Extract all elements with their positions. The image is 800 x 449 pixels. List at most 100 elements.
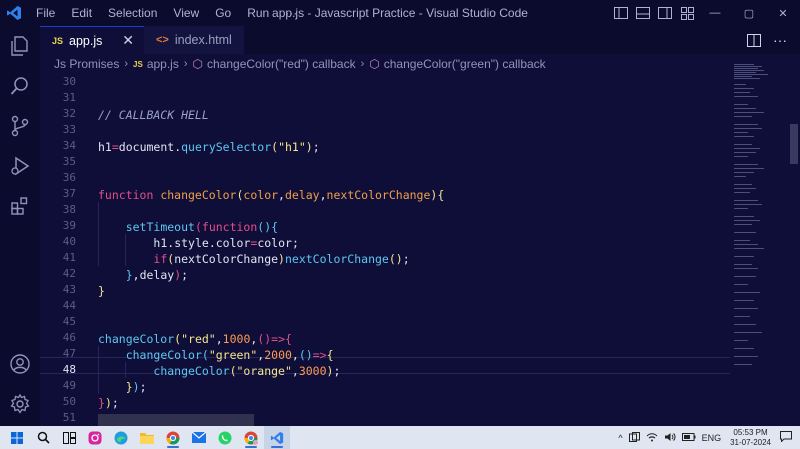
breadcrumb-file[interactable]: app.js bbox=[147, 57, 179, 71]
code-line[interactable]: // CALLBACK HELL bbox=[98, 107, 209, 123]
toggle-secondary-sidebar-icon[interactable] bbox=[654, 0, 676, 26]
code-token: color bbox=[215, 236, 251, 250]
code-token: "h1" bbox=[278, 140, 306, 154]
source-control-icon[interactable] bbox=[8, 114, 32, 138]
code-token: } bbox=[98, 396, 105, 410]
instagram-icon[interactable] bbox=[82, 426, 108, 449]
minimap-line bbox=[734, 348, 754, 349]
search-icon[interactable] bbox=[30, 426, 56, 449]
chrome-icon[interactable] bbox=[160, 426, 186, 449]
show-hidden-icons-icon[interactable]: ^ bbox=[615, 433, 625, 443]
line-number: 38 bbox=[62, 203, 76, 216]
file-explorer-icon[interactable] bbox=[134, 426, 160, 449]
split-editor-icon[interactable] bbox=[746, 32, 762, 48]
input-language[interactable]: ENG bbox=[699, 433, 725, 443]
code-token: changeColor bbox=[125, 348, 202, 362]
symbol-method-icon: ⬡ bbox=[369, 57, 380, 71]
minimap-line bbox=[734, 128, 762, 129]
task-view-icon[interactable] bbox=[56, 426, 82, 449]
code-line[interactable]: changeColor("green",2000,()=>{ bbox=[98, 347, 334, 363]
code-line[interactable]: if(nextColorChange)nextColorChange(); bbox=[98, 251, 409, 267]
explorer-icon[interactable] bbox=[8, 34, 32, 58]
code-area[interactable]: // CALLBACK HELL h1=document.querySelecto… bbox=[98, 74, 730, 426]
breadcrumb-folder[interactable]: Js Promises bbox=[54, 57, 119, 71]
minimap[interactable] bbox=[730, 54, 788, 426]
code-line[interactable]: }); bbox=[98, 379, 147, 395]
code-line[interactable]: changeColor("orange",3000); bbox=[98, 363, 340, 379]
line-number: 43 bbox=[62, 283, 76, 296]
battery-icon[interactable] bbox=[679, 432, 699, 443]
code-token: setTimeout bbox=[125, 220, 195, 234]
code-line[interactable]: changeColor("red",1000,()=>{ bbox=[98, 331, 292, 347]
code-token: ; bbox=[333, 364, 341, 378]
whatsapp-icon[interactable] bbox=[212, 426, 238, 449]
clock[interactable]: 05:53 PM 31-07-2024 bbox=[724, 428, 777, 448]
minimap-line bbox=[734, 256, 754, 257]
menu-view[interactable]: View bbox=[165, 0, 207, 26]
menu-edit[interactable]: Edit bbox=[63, 0, 100, 26]
tab-label: app.js bbox=[69, 33, 103, 48]
tab-app-js[interactable]: JS app.js ✕ bbox=[40, 26, 144, 54]
scrollbar-thumb[interactable] bbox=[790, 124, 798, 164]
minimap-line bbox=[734, 356, 758, 357]
breadcrumb-symbol[interactable]: changeColor("green") callback bbox=[384, 57, 546, 71]
edge-icon[interactable] bbox=[108, 426, 134, 449]
code-token: color bbox=[257, 236, 292, 250]
line-number: 42 bbox=[62, 267, 76, 280]
more-actions-icon[interactable]: ··· bbox=[772, 32, 788, 48]
menu-run[interactable]: Run bbox=[239, 0, 277, 26]
mail-icon[interactable] bbox=[186, 426, 212, 449]
code-token: ; bbox=[291, 236, 299, 250]
menu-more[interactable]: ··· bbox=[277, 0, 305, 26]
search-icon[interactable] bbox=[8, 74, 32, 98]
minimize-button[interactable]: — bbox=[698, 0, 732, 26]
customize-layout-icon[interactable] bbox=[676, 0, 698, 26]
account-icon[interactable] bbox=[8, 352, 32, 376]
code-line[interactable]: h1.style.color=color; bbox=[98, 235, 299, 251]
vertical-scrollbar[interactable] bbox=[788, 54, 800, 426]
volume-icon[interactable] bbox=[661, 432, 679, 444]
toggle-primary-sidebar-icon[interactable] bbox=[610, 0, 632, 26]
chrome-profile-icon[interactable] bbox=[238, 426, 264, 449]
horizontal-scrollbar[interactable] bbox=[98, 414, 254, 426]
settings-gear-icon[interactable] bbox=[8, 392, 32, 416]
code-line[interactable]: } bbox=[98, 283, 105, 299]
code-token: changeColor bbox=[160, 188, 237, 202]
code-token: ; bbox=[111, 396, 119, 410]
extensions-icon[interactable] bbox=[8, 194, 32, 218]
menu-selection[interactable]: Selection bbox=[100, 0, 165, 26]
code-line[interactable]: },delay); bbox=[98, 267, 188, 283]
editor-tabs: JS app.js ✕ <> index.html ··· bbox=[40, 26, 800, 54]
code-token: , bbox=[132, 268, 140, 282]
code-line[interactable]: function changeColor(color,delay,nextCol… bbox=[98, 187, 444, 203]
breadcrumb-symbol[interactable]: changeColor("red") callback bbox=[207, 57, 356, 71]
menu-file[interactable]: File bbox=[28, 0, 63, 26]
wifi-icon[interactable] bbox=[643, 432, 661, 444]
minimap-line bbox=[734, 300, 754, 301]
code-token: . bbox=[208, 236, 216, 250]
line-number: 35 bbox=[62, 155, 76, 168]
windows-start-icon[interactable] bbox=[4, 426, 30, 449]
vscode-icon[interactable] bbox=[264, 426, 290, 449]
minimap-line bbox=[734, 152, 756, 153]
run-debug-icon[interactable] bbox=[8, 154, 32, 178]
code-line[interactable]: h1=document.querySelector("h1"); bbox=[98, 139, 320, 155]
code-token: ) bbox=[305, 140, 313, 154]
toggle-panel-icon[interactable] bbox=[632, 0, 654, 26]
line-number: 30 bbox=[62, 75, 76, 88]
tab-index-html[interactable]: <> index.html bbox=[144, 26, 244, 54]
code-editor[interactable]: 30 31 32 33 34 35 36 37 38 39 40 41 42 43 44 45 46 47 48 49… bbox=[40, 74, 730, 426]
code-token: 2000 bbox=[264, 348, 292, 362]
menu-go[interactable]: Go bbox=[207, 0, 239, 26]
minimap-line bbox=[734, 268, 758, 269]
code-line[interactable]: setTimeout(function(){ bbox=[98, 219, 278, 235]
minimap-line bbox=[734, 208, 748, 209]
code-line[interactable]: }); bbox=[98, 395, 119, 411]
close-tab-icon[interactable]: ✕ bbox=[122, 32, 134, 49]
maximize-button[interactable]: ▢ bbox=[732, 0, 766, 26]
notifications-icon[interactable] bbox=[777, 431, 800, 444]
onedrive-icon[interactable] bbox=[626, 431, 643, 444]
close-window-button[interactable]: ✕ bbox=[766, 0, 800, 26]
